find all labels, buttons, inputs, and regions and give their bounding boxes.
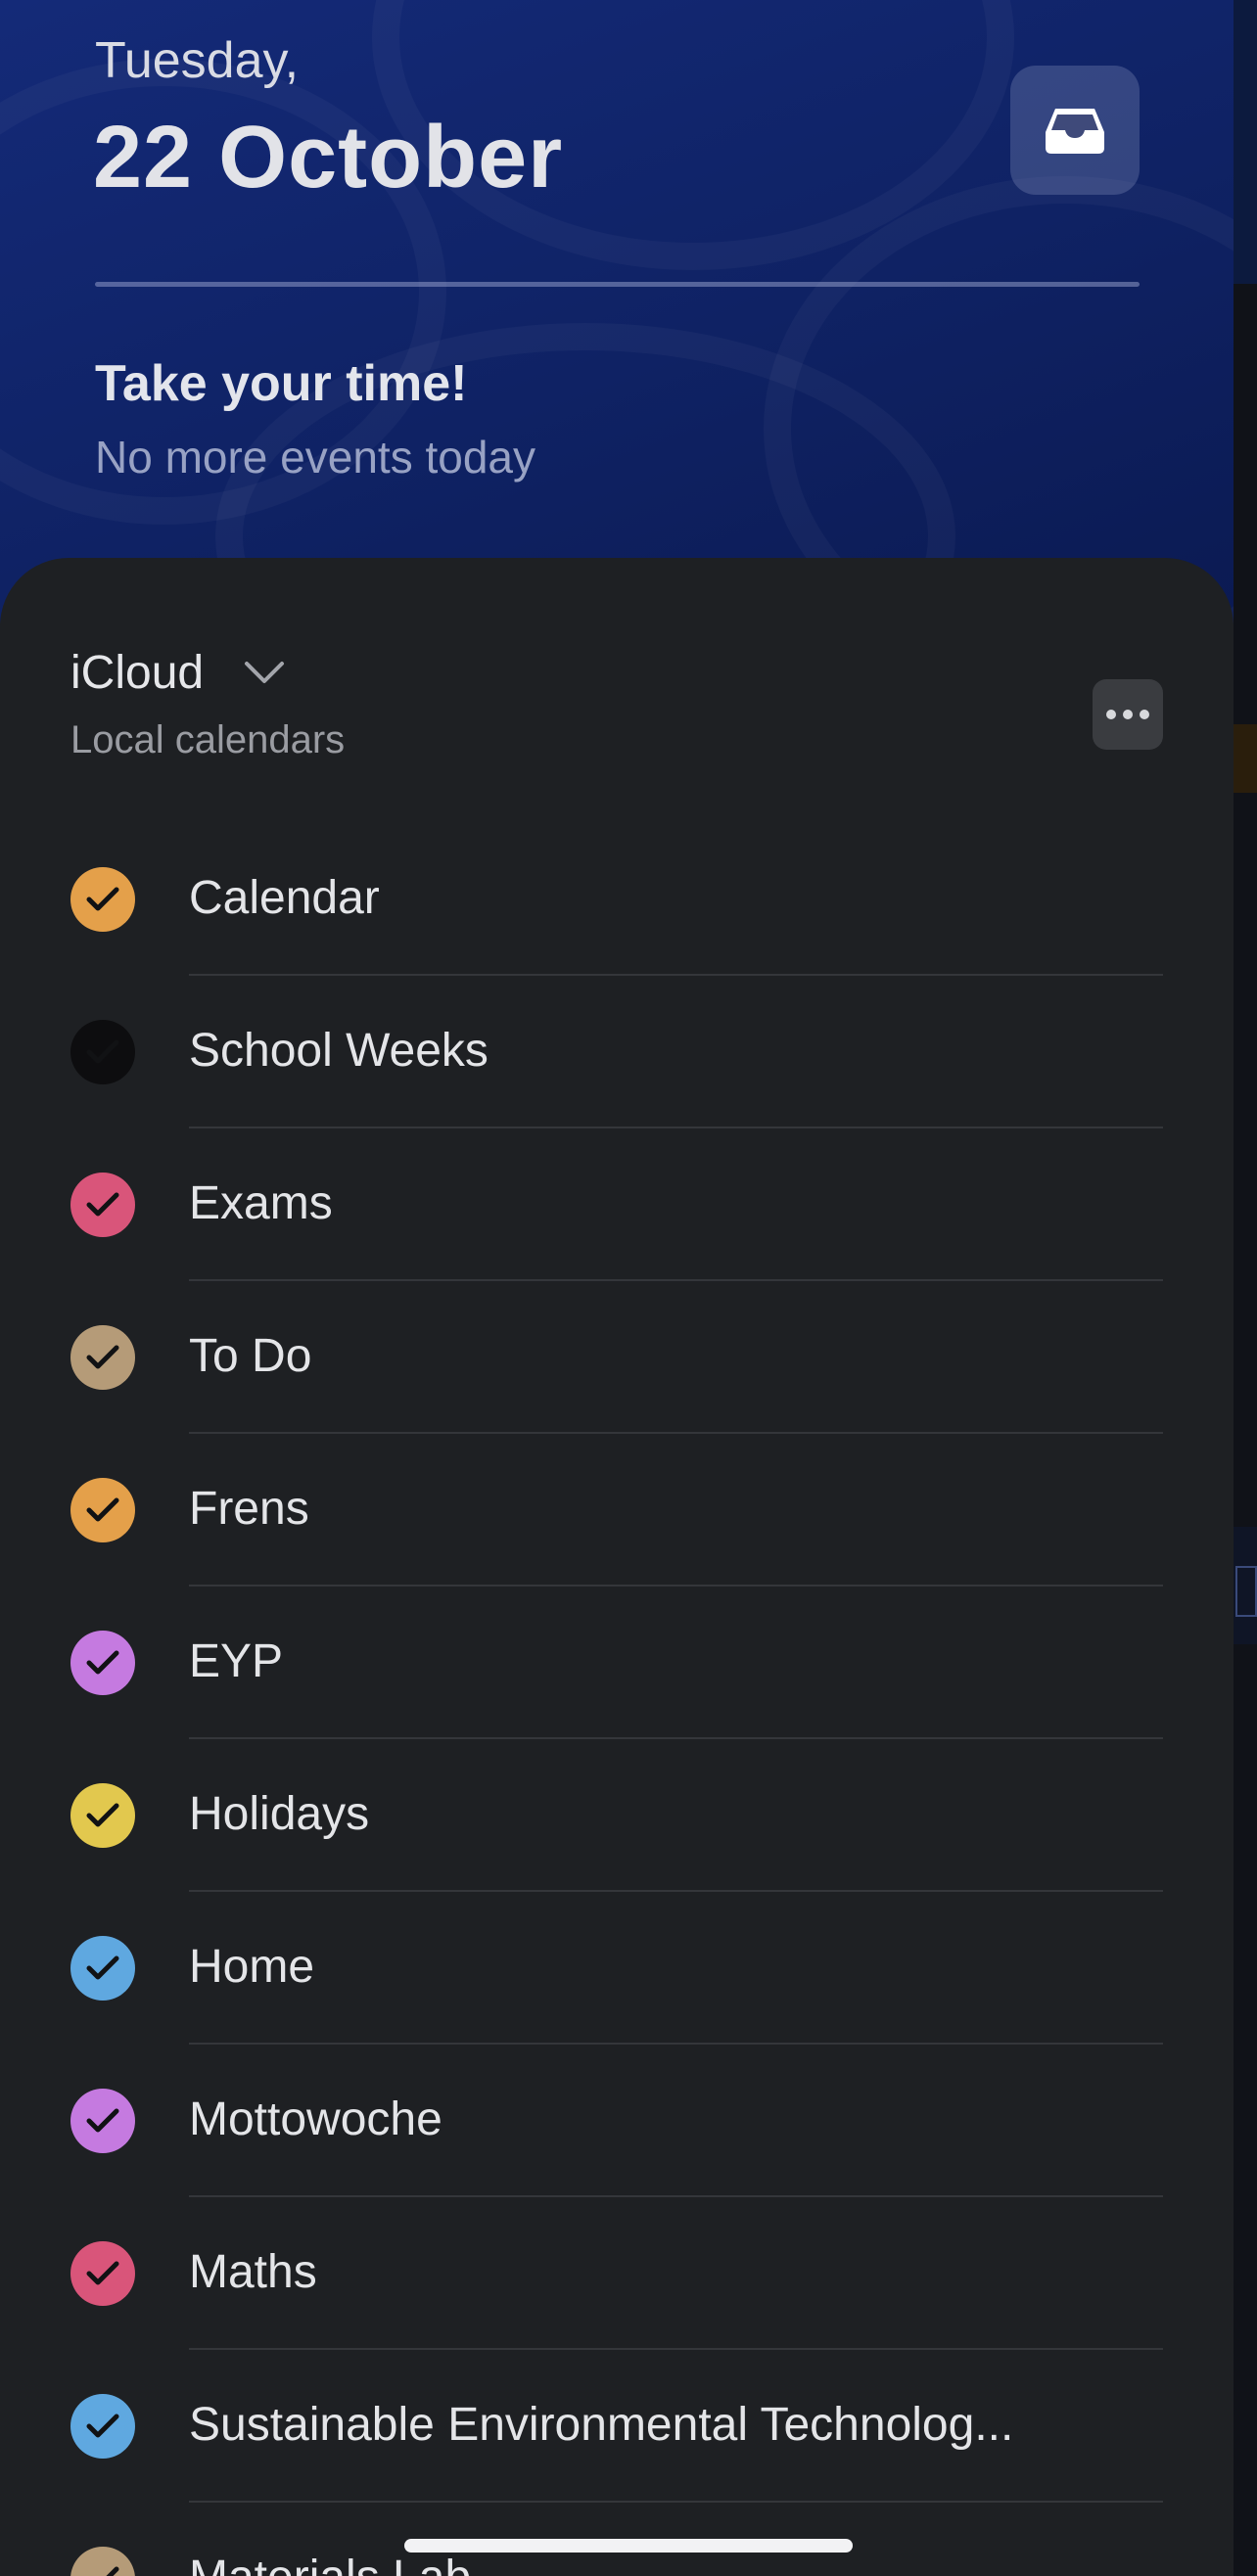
calendar-checkbox[interactable]	[70, 1783, 135, 1848]
checkmark-icon	[86, 1803, 119, 1827]
checkmark-icon	[86, 1039, 119, 1064]
checkmark-icon	[86, 1955, 119, 1980]
date-title: 22 October	[93, 109, 564, 207]
checkmark-icon	[86, 887, 119, 911]
account-name[interactable]: iCloud	[70, 646, 204, 700]
calendar-checkbox[interactable]	[70, 1936, 135, 2001]
calendar-name: Materials Lab	[189, 2551, 471, 2576]
calendar-name: Mottowoche	[189, 2093, 442, 2145]
home-indicator	[404, 2539, 853, 2553]
checkmark-icon	[86, 2261, 119, 2285]
calendar-row[interactable]: Holidays	[0, 1738, 1234, 1892]
more-options-button[interactable]	[1093, 679, 1163, 750]
calendar-row[interactable]: EYP	[0, 1586, 1234, 1739]
checkmark-icon	[86, 1650, 119, 1675]
calendar-checkbox[interactable]	[70, 1325, 135, 1390]
checkmark-icon	[86, 2414, 119, 2438]
weekday-label: Tuesday,	[95, 32, 300, 89]
checkmark-icon	[106, 2566, 119, 2576]
calendar-name: EYP	[189, 1635, 284, 1687]
calendar-name: To Do	[189, 1330, 312, 1382]
calendar-name: Maths	[189, 2246, 317, 2298]
calendar-row[interactable]: To Do	[0, 1280, 1234, 1434]
background-calendar-peek	[1234, 0, 1257, 2576]
calendar-name: Sustainable Environmental Technolog...	[189, 2399, 1014, 2451]
calendar-name: Holidays	[189, 1788, 370, 1840]
calendar-row[interactable]: School Weeks	[0, 975, 1234, 1128]
calendar-name: School Weeks	[189, 1025, 489, 1077]
today-header: Tuesday, 22 October Take your time! No m…	[0, 0, 1234, 626]
inbox-tray-icon	[1046, 109, 1104, 154]
ellipsis-icon	[1106, 710, 1116, 719]
checkmark-icon	[86, 1192, 119, 1217]
header-divider	[95, 282, 1140, 287]
calendar-checkbox[interactable]	[70, 2394, 135, 2459]
calendar-name: Exams	[189, 1177, 333, 1229]
calendar-name: Home	[189, 1941, 315, 1993]
calendar-row[interactable]: Maths	[0, 2196, 1234, 2350]
checkmark-icon	[86, 1497, 119, 1522]
calendar-checkbox[interactable]	[70, 1020, 135, 1084]
calendar-name: Calendar	[189, 872, 380, 924]
calendar-row[interactable]: Calendar	[0, 822, 1234, 976]
calendar-row[interactable]: Home	[0, 1891, 1234, 2045]
inbox-button[interactable]	[1010, 66, 1140, 195]
calendar-checkbox[interactable]	[70, 2089, 135, 2153]
calendar-list-sheet: iCloud Local calendars Calendar School We…	[0, 558, 1234, 2576]
calendar-row[interactable]: Sustainable Environmental Technolog...	[0, 2349, 1234, 2503]
calendar-checkbox[interactable]	[70, 1631, 135, 1695]
account-subtitle: Local calendars	[70, 718, 346, 761]
empty-state-subtitle: No more events today	[95, 432, 536, 483]
calendar-checkbox[interactable]	[70, 1478, 135, 1542]
calendar-drawer: Tuesday, 22 October Take your time! No m…	[0, 0, 1234, 2576]
calendar-checkbox[interactable]	[70, 867, 135, 932]
calendar-row[interactable]: Mottowoche	[0, 2044, 1234, 2197]
calendar-checkbox[interactable]	[70, 1173, 135, 1237]
calendar-drawer-screen: Tuesday, 22 October Take your time! No m…	[0, 0, 1257, 2576]
calendar-name: Frens	[189, 1483, 309, 1535]
checkmark-icon	[86, 1345, 119, 1369]
calendar-row[interactable]: Exams	[0, 1127, 1234, 1281]
chevron-down-icon[interactable]	[243, 660, 286, 687]
calendar-checkbox[interactable]	[70, 2547, 135, 2576]
calendar-checkbox[interactable]	[70, 2241, 135, 2306]
calendar-row[interactable]: Frens	[0, 1433, 1234, 1587]
checkmark-icon	[86, 2108, 119, 2133]
empty-state-title: Take your time!	[95, 355, 468, 412]
